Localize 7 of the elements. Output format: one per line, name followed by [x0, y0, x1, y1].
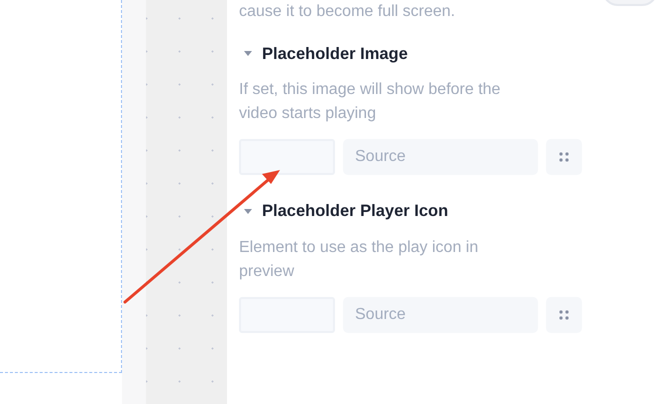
description-text: Element to use as the play icon in preview	[239, 238, 480, 282]
source-field[interactable]: Source	[343, 139, 538, 176]
description-text: cause it to become full screen.	[239, 2, 456, 22]
section-title: Placeholder Image	[262, 44, 408, 64]
description-text: If set, this image will show before the video starts playing	[239, 80, 502, 124]
source-field[interactable]: Source	[343, 297, 538, 333]
section-title: Placeholder Player Icon	[262, 201, 448, 222]
